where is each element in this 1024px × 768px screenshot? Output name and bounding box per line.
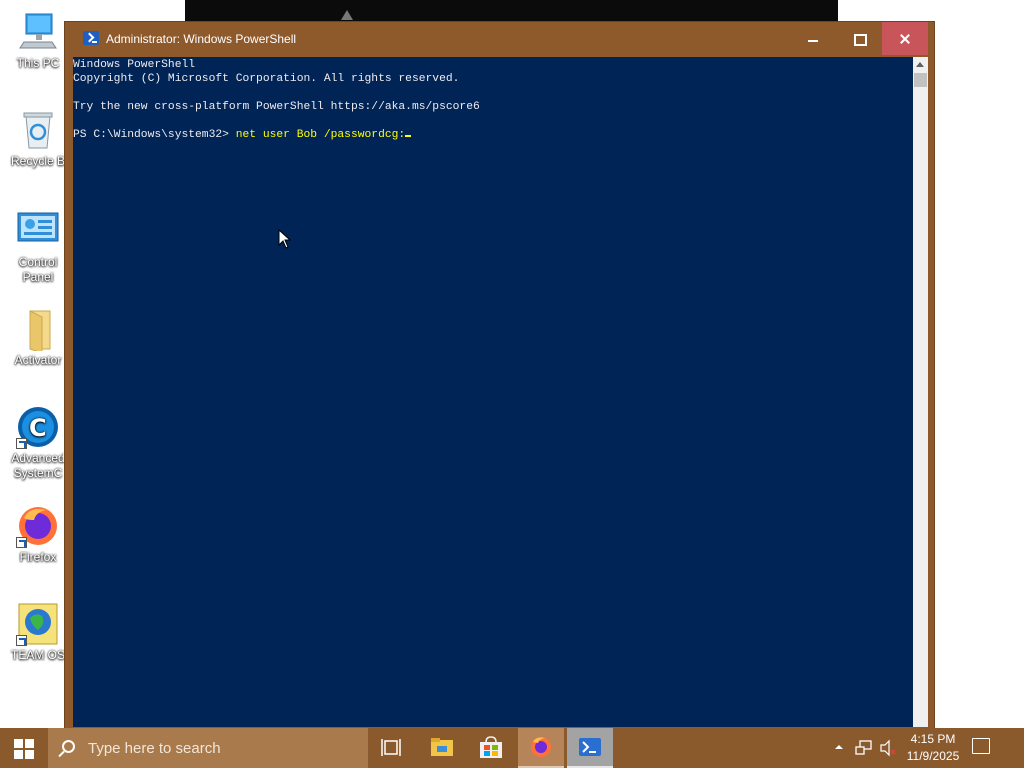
powershell-icon xyxy=(579,738,601,756)
shortcut-arrow-icon xyxy=(16,438,27,449)
task-view-icon xyxy=(381,739,401,756)
control-panel-icon xyxy=(16,209,60,253)
prompt: PS C:\Windows\system32> xyxy=(73,129,236,141)
clock-time: 4:15 PM xyxy=(910,732,956,746)
firefox-icon xyxy=(531,737,551,757)
svg-text:C: C xyxy=(29,414,47,442)
window-titlebar[interactable]: Administrator: Windows PowerShell xyxy=(65,22,934,56)
scroll-thumb[interactable] xyxy=(914,73,927,87)
advanced-systemcare-icon: C xyxy=(16,405,60,449)
background-arrow xyxy=(341,10,353,20)
taskbar-search-box[interactable]: Type here to search xyxy=(48,728,368,768)
close-button[interactable] xyxy=(882,22,928,55)
file-explorer-button[interactable] xyxy=(419,728,465,768)
recycle-bin-icon xyxy=(16,108,60,152)
console-prompt-line[interactable]: PS C:\Windows\system32> net user Bob /pa… xyxy=(73,128,913,142)
search-placeholder: Type here to search xyxy=(88,740,221,757)
minimize-button[interactable] xyxy=(790,22,836,55)
notification-icon[interactable] xyxy=(972,738,990,754)
taskbar: Type here to search 4:15 PM 11/9/2025 xyxy=(0,728,1024,768)
microsoft-store-icon xyxy=(480,736,502,758)
taskbar-clock[interactable]: 4:15 PM 11/9/2025 xyxy=(900,731,966,765)
vertical-scrollbar[interactable] xyxy=(913,57,928,727)
background-window-strip xyxy=(185,0,838,22)
firefox-taskbar-button[interactable] xyxy=(518,728,564,768)
volume-muted-icon[interactable] xyxy=(879,739,897,757)
task-view-button[interactable] xyxy=(368,728,414,768)
powershell-taskbar-button[interactable] xyxy=(567,728,613,768)
powershell-window[interactable]: Administrator: Windows PowerShell Window… xyxy=(64,21,935,729)
clock-date: 11/9/2025 xyxy=(906,749,960,763)
search-icon xyxy=(62,740,75,753)
shortcut-arrow-icon xyxy=(16,537,27,548)
firefox-icon xyxy=(16,504,60,548)
powershell-icon xyxy=(83,31,99,45)
text-cursor xyxy=(405,135,412,137)
mouse-pointer-icon xyxy=(278,229,292,249)
team-os-icon xyxy=(16,602,60,646)
console-line: Windows PowerShell xyxy=(73,59,196,71)
console-output[interactable]: Windows PowerShell Copyright (C) Microso… xyxy=(73,57,913,727)
console-line: Copyright (C) Microsoft Corporation. All… xyxy=(73,73,460,85)
maximize-button[interactable] xyxy=(836,22,882,55)
computer-icon xyxy=(16,10,60,54)
microsoft-store-button[interactable] xyxy=(468,728,514,768)
start-button[interactable] xyxy=(0,728,48,768)
command-keyword: net xyxy=(235,129,257,141)
folder-icon xyxy=(16,307,60,354)
console-line: Try the new cross-platform PowerShell ht… xyxy=(73,101,480,113)
file-explorer-icon xyxy=(431,738,453,756)
network-icon[interactable] xyxy=(855,739,873,757)
window-title: Administrator: Windows PowerShell xyxy=(106,32,297,46)
command-args: user Bob /passwordcg: xyxy=(256,129,406,141)
shortcut-arrow-icon xyxy=(16,635,27,646)
scroll-up-icon[interactable] xyxy=(913,57,928,73)
chevron-up-icon[interactable] xyxy=(833,742,845,752)
